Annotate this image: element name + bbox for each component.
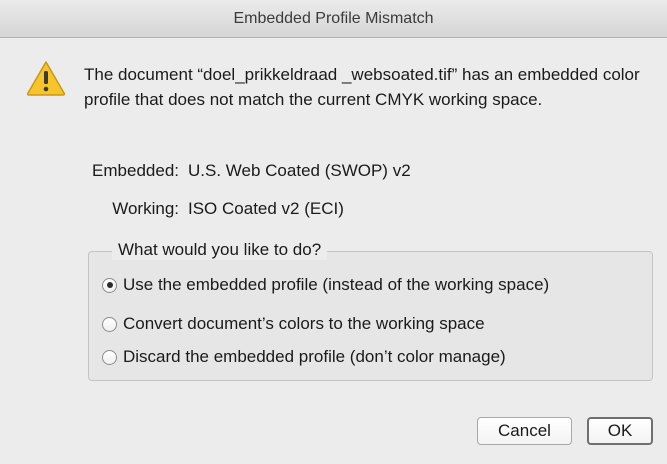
- embedded-profile-label: Embedded:: [92, 161, 179, 180]
- option-use-embedded[interactable]: Use the embedded profile (instead of the…: [102, 274, 549, 296]
- working-profile-value: ISO Coated v2 (ECI): [188, 199, 344, 218]
- warning-message: The document “doel_prikkeldraad _websoat…: [84, 65, 640, 109]
- option-convert[interactable]: Convert document’s colors to the working…: [102, 313, 485, 335]
- option-label: Convert document’s colors to the working…: [123, 314, 485, 333]
- working-profile-label: Working:: [112, 199, 179, 218]
- cancel-button[interactable]: Cancel: [477, 417, 572, 445]
- ok-button[interactable]: OK: [587, 417, 653, 445]
- option-label: Use the embedded profile (instead of the…: [123, 275, 550, 294]
- option-discard[interactable]: Discard the embedded profile (don’t colo…: [102, 346, 506, 368]
- title-bar: Embedded Profile Mismatch: [0, 0, 667, 38]
- radio-button[interactable]: [102, 316, 117, 332]
- options-group-title: What would you like to do?: [112, 240, 328, 260]
- option-label: Discard the embedded profile (don’t colo…: [123, 347, 506, 366]
- warning-icon: [26, 61, 66, 96]
- embedded-profile-value: U.S. Web Coated (SWOP) v2: [188, 161, 411, 180]
- profile-mismatch-dialog: Embedded Profile Mismatch The document “…: [0, 0, 667, 464]
- radio-button[interactable]: [102, 277, 117, 293]
- radio-button[interactable]: [102, 349, 117, 365]
- window-title: Embedded Profile Mismatch: [233, 10, 434, 27]
